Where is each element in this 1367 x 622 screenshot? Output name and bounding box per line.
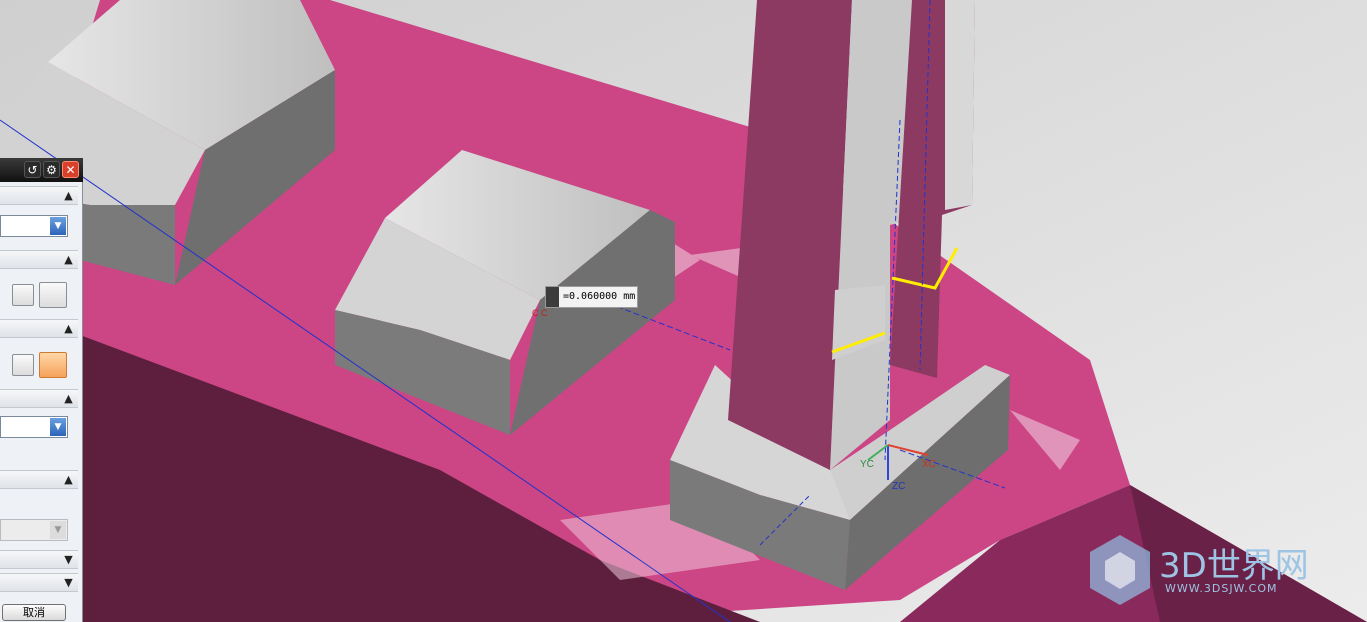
- disabled-select: ▼: [0, 519, 68, 541]
- group-header-2[interactable]: ▲: [0, 250, 78, 269]
- dialog-titlebar[interactable]: ↺ ⚙ ✕: [0, 158, 83, 182]
- axis-label-x: XC: [922, 459, 936, 470]
- group-header-1[interactable]: ▲: [0, 186, 78, 205]
- snap-point-label: C C: [532, 308, 548, 318]
- group-header-4[interactable]: ▲: [0, 389, 78, 408]
- chevron-down-icon[interactable]: ▼: [50, 418, 66, 436]
- cube-logo-icon: [1090, 535, 1150, 605]
- measurement-value: =0.060000 mm: [563, 291, 636, 302]
- close-icon[interactable]: ✕: [62, 161, 79, 178]
- group-header-6[interactable]: ▼: [0, 550, 78, 569]
- type-select[interactable]: ▼: [0, 215, 68, 237]
- option-select[interactable]: ▼: [0, 416, 68, 438]
- reset-icon[interactable]: ↺: [24, 161, 41, 178]
- watermark-url: WWW.3DSJW.COM: [1165, 582, 1278, 595]
- cancel-button[interactable]: 取消: [2, 604, 66, 621]
- chevron-up-icon[interactable]: ▲: [61, 472, 76, 487]
- select-point-button-2[interactable]: [12, 354, 34, 376]
- chevron-up-icon[interactable]: ▲: [61, 391, 76, 406]
- group-header-3[interactable]: ▲: [0, 319, 78, 338]
- chevron-up-icon[interactable]: ▲: [61, 188, 76, 203]
- watermark-brand: 3D世界网: [1159, 546, 1309, 586]
- tooltip-grip-icon[interactable]: [546, 287, 559, 307]
- operation-dialog: ↺ ⚙ ✕ ▲ ▼ ▲ ▲ ▲ ▼ ▲ ▼ ▼ ▼ 取消: [0, 158, 83, 622]
- watermark: 3D世界网 WWW.3DSJW.COM: [1085, 530, 1355, 610]
- inferred-dimension-button[interactable]: [39, 282, 67, 308]
- chevron-down-icon[interactable]: ▼: [50, 217, 66, 235]
- settings-icon[interactable]: ⚙: [43, 161, 60, 178]
- axis-label-z: ZC: [892, 481, 906, 492]
- cad-viewport[interactable]: [0, 0, 1367, 622]
- distance-measure-button[interactable]: [39, 352, 67, 378]
- chevron-up-icon[interactable]: ▲: [61, 252, 76, 267]
- select-point-button[interactable]: [12, 284, 34, 306]
- chevron-up-icon[interactable]: ▲: [61, 321, 76, 336]
- axis-label-y: YC: [860, 459, 874, 470]
- chevron-down-icon[interactable]: ▼: [61, 575, 76, 590]
- chevron-down-icon[interactable]: ▼: [61, 552, 76, 567]
- chevron-down-icon: ▼: [50, 521, 66, 539]
- group-header-7[interactable]: ▼: [0, 573, 78, 592]
- group-header-5[interactable]: ▲: [0, 470, 78, 489]
- measurement-tooltip: =0.060000 mm: [545, 286, 638, 308]
